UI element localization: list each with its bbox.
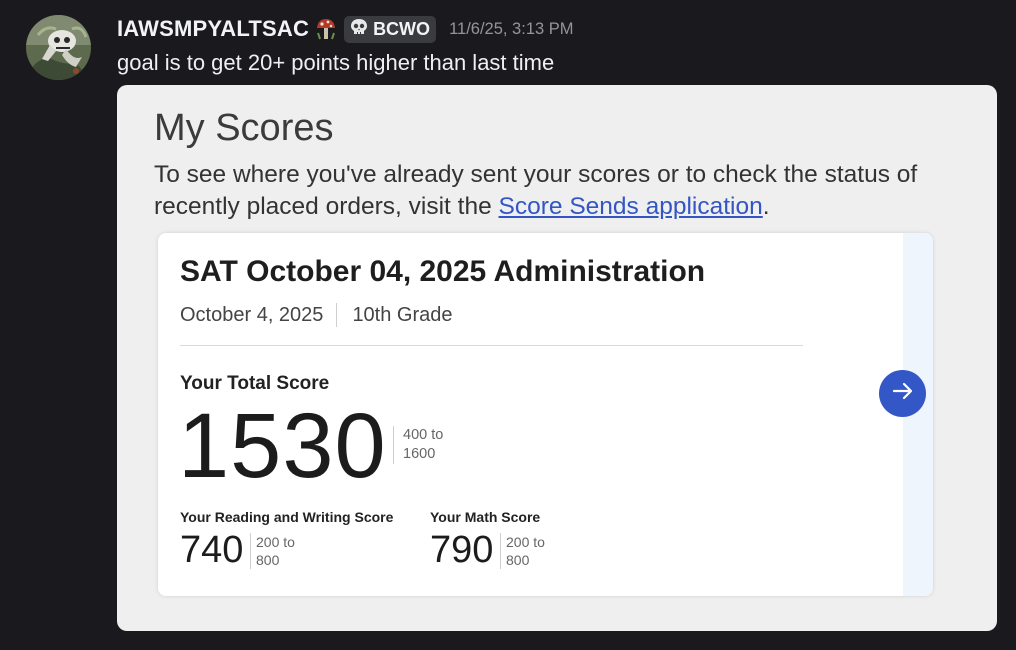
math-label: Your Math Score (430, 509, 541, 525)
math-range: 200 to 800 (500, 533, 556, 569)
message-header: IAWSMPYALTSAC BCWO 11/6/25, 3:13 PM (117, 14, 574, 44)
avatar-image (26, 15, 91, 80)
mushroom-icon[interactable] (313, 16, 339, 42)
rw-range-bottom: 800 (256, 552, 280, 568)
embed-description: To see where you've already sent your sc… (154, 159, 964, 223)
score-sends-link[interactable]: Score Sends application (499, 193, 763, 220)
administration-title: SAT October 04, 2025 Administration (180, 255, 706, 288)
description-period: . (762, 193, 770, 220)
reading-writing-range: 200 to 800 (250, 533, 306, 569)
test-meta: October 4, 2025 10th Grade (180, 303, 453, 327)
grade-level: 10th Grade (352, 303, 453, 326)
skull-icon (349, 17, 369, 42)
rw-range-top: 200 to (256, 534, 295, 550)
total-range-bottom: 1600 (403, 446, 436, 462)
message-text: goal is to get 20+ points higher than la… (117, 50, 555, 75)
total-score-value: 1530 (178, 395, 387, 497)
embed-title: My Scores (154, 107, 334, 149)
math-score: 790 (430, 529, 494, 571)
total-score-range: 400 to 1600 (393, 426, 463, 464)
score-details-button[interactable] (879, 370, 926, 417)
meta-divider (336, 303, 338, 327)
tag-label: BCWO (373, 18, 431, 39)
server-tag[interactable]: BCWO (344, 15, 437, 43)
total-range-top: 400 to (403, 427, 444, 443)
score-card[interactable]: SAT October 04, 2025 Administration Octo… (158, 233, 933, 596)
arrow-right-icon (891, 379, 915, 408)
test-date: October 4, 2025 (180, 303, 324, 326)
math-range-bottom: 800 (506, 552, 530, 568)
reading-writing-label: Your Reading and Writing Score (180, 509, 394, 525)
reading-writing-score: 740 (180, 529, 244, 571)
avatar[interactable] (26, 15, 91, 80)
embedded-image[interactable]: My Scores To see where you've already se… (117, 85, 997, 631)
section-divider (180, 345, 803, 346)
username[interactable]: IAWSMPYALTSAC (117, 16, 309, 42)
math-range-top: 200 to (506, 534, 545, 550)
timestamp[interactable]: 11/6/25, 3:13 PM (449, 20, 573, 39)
